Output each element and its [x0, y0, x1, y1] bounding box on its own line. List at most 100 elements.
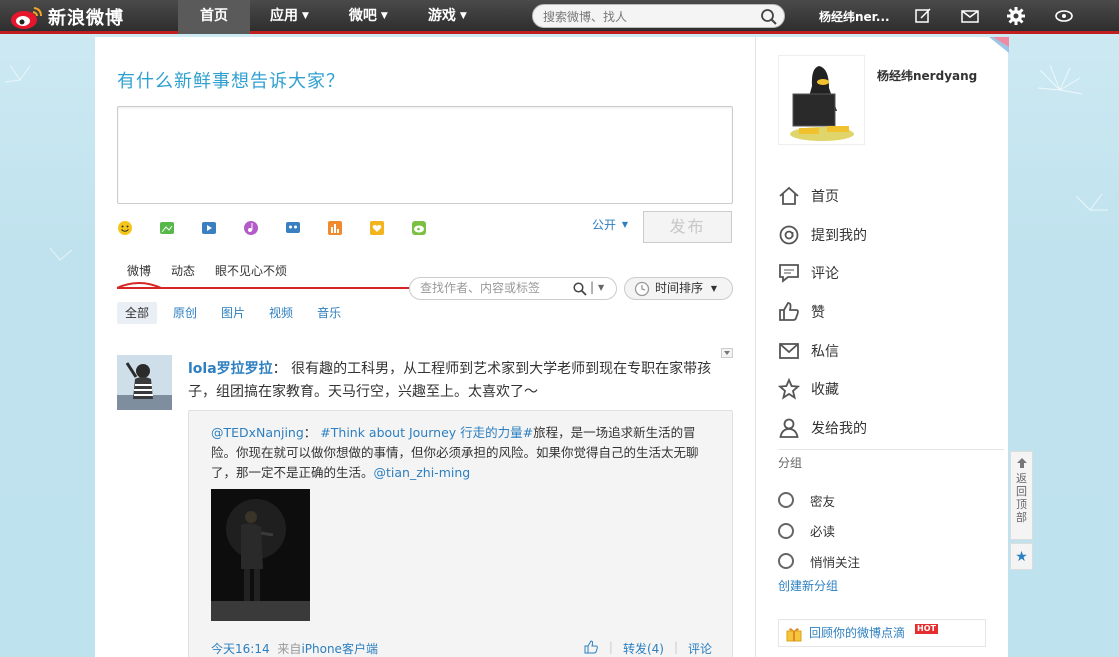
top-username[interactable]: 杨经纬ner...: [819, 8, 890, 25]
my-avatar[interactable]: [778, 55, 865, 145]
corner-badge: [989, 37, 1009, 53]
feed-search-input[interactable]: [420, 281, 570, 295]
nav-games[interactable]: 游戏 ▼: [408, 0, 487, 34]
top-navbar: 新浪微博 首页 应用 ▼ 微吧▼ 游戏▼ 杨经纬ner...: [0, 0, 1119, 34]
repost-photo[interactable]: [211, 489, 310, 621]
heart-icon[interactable]: [369, 220, 385, 236]
thumbs-up-icon: [779, 302, 799, 321]
sort-label: 时间排序: [655, 281, 704, 295]
mail-icon[interactable]: [960, 6, 980, 26]
hashtag-link[interactable]: #Think about Journey 行走的力量#: [320, 425, 533, 440]
subtab-original[interactable]: 原创: [165, 302, 205, 324]
user-icon: [779, 418, 799, 438]
repost-link[interactable]: 转发(4): [623, 640, 664, 657]
my-username[interactable]: 杨经纬nerdyang: [877, 67, 977, 84]
poll-icon[interactable]: [327, 220, 343, 236]
subtab-music[interactable]: 音乐: [309, 302, 349, 324]
visibility-select[interactable]: 公开 ▼: [592, 216, 628, 233]
image-icon[interactable]: [159, 220, 175, 236]
stage-photo: [211, 489, 310, 621]
chevron-down-icon[interactable]: ▼: [598, 283, 604, 292]
subtab-all[interactable]: 全部: [117, 302, 158, 324]
gear-icon[interactable]: [1006, 6, 1026, 26]
post-button[interactable]: 发布: [643, 211, 732, 243]
sidebar-item-favorites[interactable]: 收藏: [778, 370, 867, 409]
tab-weibo[interactable]: 微博: [117, 262, 161, 280]
group-item-secret-follow[interactable]: 悄悄关注: [778, 546, 860, 577]
music-icon[interactable]: [243, 220, 259, 236]
subtab-videos[interactable]: 视频: [261, 302, 301, 324]
mention-link[interactable]: @tian_zhi-ming: [374, 465, 471, 480]
chevron-down-icon: ▼: [710, 284, 717, 293]
sidebar-item-label: 私信: [811, 343, 839, 360]
clock-icon: [634, 281, 650, 297]
review-label: 回顾你的微博点滴: [809, 626, 906, 640]
topic-icon[interactable]: [285, 220, 301, 236]
search-icon[interactable]: [573, 282, 587, 296]
repost-text: @TEDxNanjing： #Think about Journey 行走的力量…: [211, 423, 716, 483]
sidebar-item-label: 赞: [811, 305, 825, 322]
tab-activity[interactable]: 动态: [161, 262, 205, 280]
sidebar-item-mentions[interactable]: 提到我的: [778, 216, 867, 255]
search-icon[interactable]: [760, 8, 778, 26]
logo-text: 新浪微博: [48, 8, 124, 29]
comment-link[interactable]: 评论: [688, 640, 712, 657]
subtab-pictures[interactable]: 图片: [213, 302, 253, 324]
group-item-must-read[interactable]: 必读: [778, 516, 860, 547]
eye-icon[interactable]: [1054, 6, 1074, 26]
tab-hidden[interactable]: 眼不见心不烦: [205, 262, 297, 280]
reposted-weibo: @TEDxNanjing： #Think about Journey 行走的力量…: [188, 410, 733, 657]
post-author-link[interactable]: lola罗拉罗拉: [188, 361, 273, 377]
gift-icon: [786, 628, 802, 642]
active-tab-indicator: [117, 282, 161, 289]
nav-home[interactable]: 首页: [178, 0, 250, 34]
sidebar-item-home[interactable]: 首页: [778, 177, 867, 216]
sidebar-item-messages[interactable]: 私信: [778, 331, 867, 370]
sidebar-item-label: 收藏: [811, 382, 839, 399]
sidebar-item-comments[interactable]: 评论: [778, 254, 867, 293]
weibo-logo[interactable]: 新浪微博: [10, 3, 124, 31]
nav-apps-label: 应用: [270, 8, 298, 24]
nav-weiba[interactable]: 微吧 ▼: [329, 0, 408, 34]
chevron-down-icon: ▼: [302, 11, 309, 21]
emoji-icon[interactable]: [117, 220, 133, 236]
action-separator: |: [608, 640, 613, 654]
group-item-close-friends[interactable]: 密友: [778, 485, 860, 516]
source-link[interactable]: iPhone客户端: [301, 642, 378, 656]
publish-toolbar: [117, 220, 427, 236]
search-separator: |: [590, 280, 595, 294]
global-search-input[interactable]: [543, 8, 753, 25]
back-to-top-button[interactable]: 返回顶部: [1010, 451, 1033, 540]
visibility-label: 公开: [592, 218, 617, 232]
post-time-link[interactable]: 今天16:14: [211, 642, 270, 656]
sidebar-item-sent-to-me[interactable]: 发给我的: [778, 409, 867, 448]
thumbs-up-icon[interactable]: [583, 640, 599, 654]
review-weibo-link[interactable]: 回顾你的微博点滴 HOT: [778, 619, 986, 647]
sidebar-item-likes[interactable]: 赞: [778, 293, 867, 332]
video-icon[interactable]: [201, 220, 217, 236]
sort-dropdown[interactable]: 时间排序 ▼: [624, 277, 733, 300]
divider: [778, 449, 1004, 450]
chevron-down-icon[interactable]: [721, 348, 733, 358]
global-search: [532, 4, 785, 28]
nav-games-label: 游戏: [427, 8, 456, 24]
group-list: 密友 必读 悄悄关注: [778, 485, 860, 577]
create-group-link[interactable]: 创建新分组: [778, 577, 838, 594]
star-icon: [778, 378, 800, 400]
feed-search: | ▼: [409, 277, 617, 300]
repost-author-link[interactable]: @TEDxNanjing: [211, 425, 304, 440]
group-dot-icon: [778, 492, 794, 509]
post-text: lola罗拉罗拉： 很有趣的工科男，从工程师到艺术家到大学老师到现在专职在家带孩…: [188, 358, 733, 404]
avatar-image: [117, 355, 172, 410]
main-nav: 首页 应用 ▼ 微吧 ▼ 游戏 ▼: [178, 0, 487, 34]
favorite-star-button[interactable]: ★: [1010, 543, 1033, 570]
nav-apps[interactable]: 应用 ▼: [250, 0, 329, 34]
action-separator: |: [673, 640, 678, 654]
edit-icon[interactable]: [913, 6, 933, 26]
at-icon: [779, 225, 799, 245]
post-author-avatar[interactable]: [117, 355, 172, 410]
group-item-label: 密友: [810, 493, 836, 509]
publish-textarea[interactable]: [117, 106, 733, 204]
weibo-app-icon[interactable]: [411, 220, 427, 236]
penguin-avatar: [779, 56, 864, 144]
